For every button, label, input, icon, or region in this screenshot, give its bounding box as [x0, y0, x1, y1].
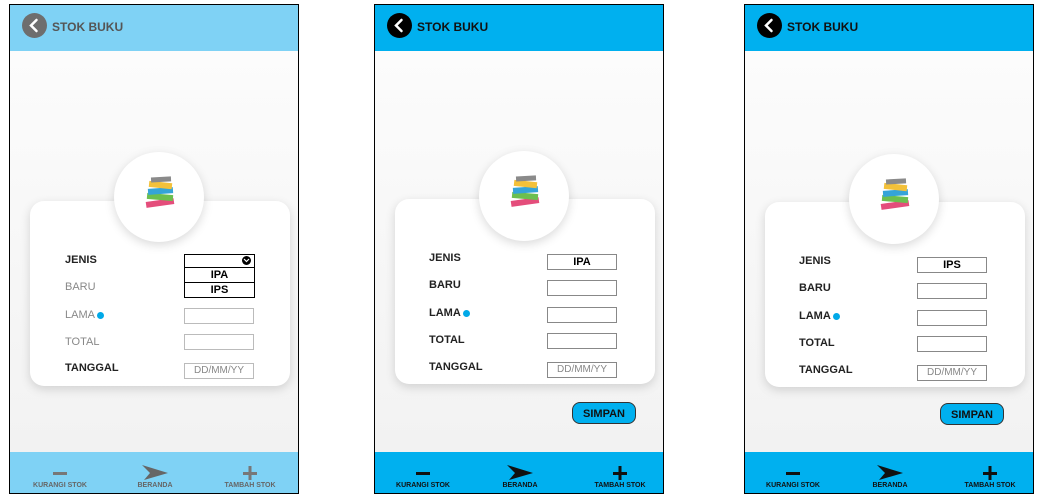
book-icon-circle	[114, 152, 204, 242]
screen-ipa-selected: STOK BUKU JENIS BARU LAMA TOTAL TANGGAL …	[374, 4, 664, 494]
bottom-nav: KURANGI STOK BERANDA TAMBAH STOK	[375, 452, 663, 493]
tambah-stok-button[interactable]: TAMBAH STOK	[950, 465, 1030, 489]
tambah-stok-button[interactable]: TAMBAH STOK	[580, 465, 660, 489]
save-button[interactable]: SIMPAN	[940, 403, 1004, 425]
app-header: STOK BUKU	[10, 5, 298, 51]
minus-icon	[416, 472, 430, 475]
books-stack-icon	[510, 175, 540, 207]
beranda-button[interactable]: BERANDA	[850, 463, 930, 489]
books-stack-icon	[880, 178, 910, 210]
beranda-label: BERANDA	[872, 482, 908, 489]
books-stack-icon	[145, 176, 175, 208]
kurangi-stok-button[interactable]: KURANGI STOK	[383, 465, 463, 489]
back-button[interactable]	[22, 13, 47, 38]
beranda-button[interactable]: BERANDA	[480, 463, 560, 489]
tambah-stok-button[interactable]: TAMBAH STOK	[210, 465, 290, 489]
total-input[interactable]	[547, 333, 617, 349]
info-dot-icon	[832, 312, 840, 320]
bottom-nav: KURANGI STOK BERANDA TAMBAH STOK	[10, 452, 298, 493]
jenis-select[interactable]: IPA	[547, 254, 617, 270]
lama-input[interactable]	[547, 307, 617, 323]
book-icon-circle	[479, 151, 569, 241]
lama-label: LAMA	[429, 307, 470, 319]
jenis-label: JENIS	[429, 252, 461, 264]
dropdown-option-ipa[interactable]: IPA	[185, 267, 254, 282]
app-header: STOK BUKU	[375, 5, 663, 51]
dropdown-header[interactable]	[185, 255, 254, 267]
baru-label: BARU	[799, 282, 831, 294]
info-dot-icon	[96, 311, 104, 319]
minus-icon	[53, 472, 67, 475]
home-arrow-icon	[877, 465, 903, 480]
plus-icon	[983, 466, 997, 480]
tanggal-input[interactable]: DD/MM/YY	[547, 362, 617, 378]
jenis-select[interactable]: IPS	[917, 257, 987, 273]
page-title: STOK BUKU	[417, 20, 489, 34]
kurangi-stok-button[interactable]: KURANGI STOK	[753, 465, 833, 489]
beranda-button[interactable]: BERANDA	[115, 463, 195, 489]
lama-input[interactable]	[184, 308, 254, 324]
bottom-nav: KURANGI STOK BERANDA TAMBAH STOK	[745, 452, 1033, 493]
total-label: TOTAL	[429, 334, 465, 346]
back-button[interactable]	[757, 13, 782, 38]
page-title: STOK BUKU	[787, 20, 859, 34]
tambah-stok-label: TAMBAH STOK	[224, 482, 276, 489]
baru-label: BARU	[429, 279, 461, 291]
save-button[interactable]: SIMPAN	[572, 402, 636, 424]
book-icon-circle	[849, 154, 939, 244]
total-input[interactable]	[917, 336, 987, 352]
kurangi-stok-label: KURANGI STOK	[33, 482, 87, 489]
total-label: TOTAL	[65, 336, 100, 348]
beranda-label: BERANDA	[502, 482, 538, 489]
jenis-label: JENIS	[799, 255, 831, 267]
tanggal-label: TANGGAL	[799, 364, 853, 376]
lama-label: LAMA	[65, 309, 104, 321]
baru-input[interactable]	[547, 280, 617, 296]
back-arrow-icon	[394, 18, 403, 33]
screen-dropdown-open: STOK BUKU JENIS BARU LAMA TOTAL TANGGAL …	[9, 4, 299, 494]
screen-ips-selected: STOK BUKU JENIS BARU LAMA TOTAL TANGGAL …	[744, 4, 1034, 494]
jenis-label: JENIS	[65, 254, 97, 266]
tanggal-label: TANGGAL	[429, 361, 483, 373]
baru-label: BARU	[65, 281, 96, 293]
kurangi-stok-label: KURANGI STOK	[766, 482, 820, 489]
tanggal-input[interactable]: DD/MM/YY	[917, 365, 987, 381]
dropdown-option-ips[interactable]: IPS	[185, 282, 254, 297]
tanggal-input[interactable]: DD/MM/YY	[184, 363, 254, 379]
minus-icon	[786, 472, 800, 475]
plus-icon	[613, 466, 627, 480]
home-arrow-icon	[507, 465, 533, 480]
jenis-dropdown[interactable]: IPA IPS	[184, 254, 255, 298]
home-arrow-icon	[142, 465, 168, 480]
page-title: STOK BUKU	[52, 20, 124, 34]
lama-input[interactable]	[917, 310, 987, 326]
tambah-stok-label: TAMBAH STOK	[594, 482, 646, 489]
tanggal-label: TANGGAL	[65, 362, 119, 374]
lama-label: LAMA	[799, 310, 840, 322]
total-input[interactable]	[184, 334, 254, 350]
back-arrow-icon	[29, 18, 38, 33]
chevron-down-icon	[242, 256, 251, 265]
tambah-stok-label: TAMBAH STOK	[964, 482, 1016, 489]
total-label: TOTAL	[799, 337, 835, 349]
kurangi-stok-label: KURANGI STOK	[396, 482, 450, 489]
plus-icon	[243, 466, 257, 480]
beranda-label: BERANDA	[137, 482, 173, 489]
back-button[interactable]	[387, 13, 412, 38]
baru-input[interactable]	[917, 283, 987, 299]
kurangi-stok-button[interactable]: KURANGI STOK	[20, 465, 100, 489]
back-arrow-icon	[764, 18, 773, 33]
app-header: STOK BUKU	[745, 5, 1033, 51]
info-dot-icon	[462, 309, 470, 317]
